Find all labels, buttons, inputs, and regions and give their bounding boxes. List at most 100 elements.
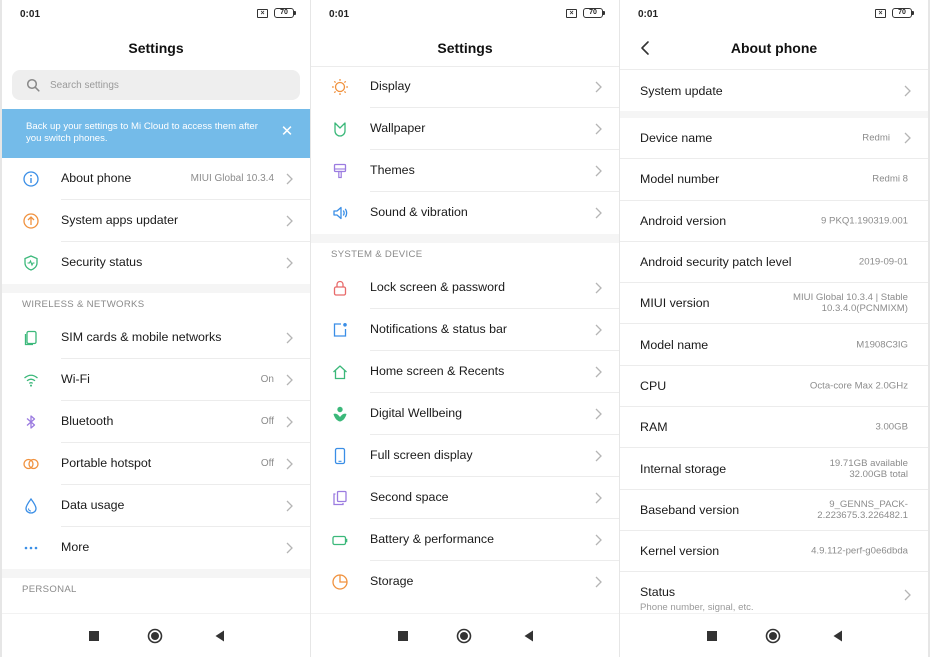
about-row-android-security-patch-level: Android security patch level 2019-09-01 [620, 242, 928, 284]
about-row-device-name[interactable]: Device name Redmi [620, 118, 928, 160]
settings-item-security-status[interactable]: Security status [2, 242, 310, 284]
back-arrow-icon[interactable] [638, 40, 652, 56]
settings-item-data-usage[interactable]: Data usage [2, 485, 310, 527]
status-sub: Phone number, signal, etc. [640, 602, 754, 614]
search-bar[interactable] [12, 70, 300, 100]
chevron-right-icon [286, 416, 293, 428]
settings-item-sim-cards-and-mobile-networks[interactable]: SIM cards & mobile networks [2, 317, 310, 359]
navigation-bar [620, 613, 928, 657]
settings-item-about-phone[interactable]: About phone MIUI Global 10.3.4 [2, 158, 310, 200]
settings-item-themes[interactable]: Themes [311, 150, 619, 192]
close-icon[interactable]: ✕ [278, 123, 296, 141]
battery-icon [331, 531, 349, 549]
settings-item-system-apps-updater[interactable]: System apps updater [2, 200, 310, 242]
phone-icon [331, 447, 349, 465]
about-row-label: Android security patch level [640, 255, 792, 270]
system-update-label: System update [640, 83, 723, 98]
sim-card-icon [22, 329, 40, 347]
about-row-value-line1: Redmi [862, 132, 890, 144]
settings-item-display[interactable]: Display [311, 66, 619, 108]
page-title: Settings [128, 40, 184, 56]
about-row-value-line1: 4.9.112-perf-g0e6dbda [811, 545, 908, 557]
settings-item-label: More [61, 540, 90, 554]
about-row-cpu: CPU Octa-core Max 2.0GHz [620, 366, 928, 408]
settings-item-more[interactable]: More [2, 527, 310, 569]
speaker-icon [331, 204, 349, 222]
about-row-value-line1: MIUI Global 10.3.4 | Stable [792, 292, 908, 304]
section-gap [2, 569, 310, 578]
about-row-label: Android version [640, 213, 727, 228]
about-row-value: 9 PKQ1.190319.001 [821, 215, 908, 226]
hotspot-icon [22, 455, 40, 473]
page-header: Settings [2, 30, 310, 66]
settings-item-storage[interactable]: Storage [311, 561, 619, 603]
back-button[interactable] [830, 628, 846, 644]
about-row-value-line2: 32.00GB total [849, 468, 908, 480]
about-row-value: Redmi 8 [872, 174, 908, 185]
settings-item-label: About phone [61, 171, 132, 185]
recents-button[interactable] [704, 628, 720, 644]
settings-item-bluetooth[interactable]: Bluetooth Off [2, 401, 310, 443]
about-row-label: Model number [640, 172, 720, 187]
settings-item-wallpaper[interactable]: Wallpaper [311, 108, 619, 150]
status-bar: 0:01 × 70 [2, 0, 310, 28]
about-row-label: CPU [640, 378, 667, 393]
status-row[interactable]: Status Phone number, signal, etc. [620, 572, 928, 618]
section-title-personal: PERSONAL [22, 584, 77, 595]
back-button[interactable] [521, 628, 537, 644]
brush-icon [331, 162, 349, 180]
about-row-label: MIUI version [640, 296, 710, 311]
about-row-label: Baseband version [640, 502, 740, 517]
chevron-right-icon [286, 500, 293, 512]
settings-item-value: Off [260, 416, 274, 427]
water-drop-icon [22, 497, 40, 515]
settings-item-lock-screen-and-password[interactable]: Lock screen & password [311, 267, 619, 309]
about-row-value: Octa-core Max 2.0GHz [810, 380, 908, 391]
about-row-kernel-version: Kernel version 4.9.112-perf-g0e6dbda [620, 531, 928, 573]
chevron-right-icon [595, 450, 602, 462]
about-row-label: Device name [640, 131, 713, 146]
battery-icon: 70 [274, 8, 296, 18]
chevron-right-icon [595, 366, 602, 378]
about-row-android-version: Android version 9 PKQ1.190319.001 [620, 201, 928, 242]
settings-list: About phone MIUI Global 10.3.4 System apps… [2, 158, 310, 602]
chevron-right-icon [286, 458, 293, 470]
settings-item-digital-wellbeing[interactable]: Digital Wellbeing [311, 393, 619, 435]
recents-button[interactable] [86, 628, 102, 644]
settings-item-label: Lock screen & password [370, 280, 505, 294]
home-button[interactable] [147, 628, 163, 644]
settings-item-sound-and-vibration[interactable]: Sound & vibration [311, 192, 619, 234]
search-input[interactable] [50, 70, 292, 100]
home-button[interactable] [456, 628, 472, 644]
chevron-right-icon [595, 282, 602, 294]
cloud-backup-banner[interactable]: Back up your settings to Mi Cloud to acc… [2, 109, 310, 158]
back-button[interactable] [212, 628, 228, 644]
about-row-label: Internal storage [640, 461, 727, 476]
system-update-row[interactable]: System update [620, 70, 928, 111]
settings-item-notifications-and-status-bar[interactable]: Notifications & status bar [311, 309, 619, 351]
battery-icon: 70 [583, 8, 605, 18]
about-row-value: M1908C3IG [856, 339, 908, 350]
page-title: About phone [730, 40, 818, 56]
arrow-up-circle-icon [22, 212, 40, 230]
banner-text: Back up your settings to Mi Cloud to acc… [26, 121, 258, 144]
home-button[interactable] [765, 628, 781, 644]
about-row-ram: RAM 3.00GB [620, 407, 928, 449]
about-row-value: 3.00GB [875, 422, 908, 433]
status-label: Status [640, 585, 676, 600]
settings-item-home-screen-and-recents[interactable]: Home screen & Recents [311, 351, 619, 393]
section-gap [620, 111, 928, 118]
settings-item-battery-and-performance[interactable]: Battery & performance [311, 519, 619, 561]
status-time: 0:01 [20, 9, 41, 20]
settings-item-wi-fi[interactable]: Wi-Fi On [2, 359, 310, 401]
status-time: 0:01 [638, 9, 659, 20]
recents-button[interactable] [395, 628, 411, 644]
settings-item-full-screen-display[interactable]: Full screen display [311, 435, 619, 477]
wellbeing-icon [331, 405, 349, 423]
no-sim-icon: × [566, 8, 577, 18]
settings-item-second-space[interactable]: Second space [311, 477, 619, 519]
chevron-right-icon [595, 123, 602, 135]
settings-screen-main: 0:01 × 70 Settings Back up your settings… [2, 0, 310, 657]
about-phone-screen: 0:01 × 70 About phone System update Devi… [620, 0, 928, 657]
settings-item-portable-hotspot[interactable]: Portable hotspot Off [2, 443, 310, 485]
